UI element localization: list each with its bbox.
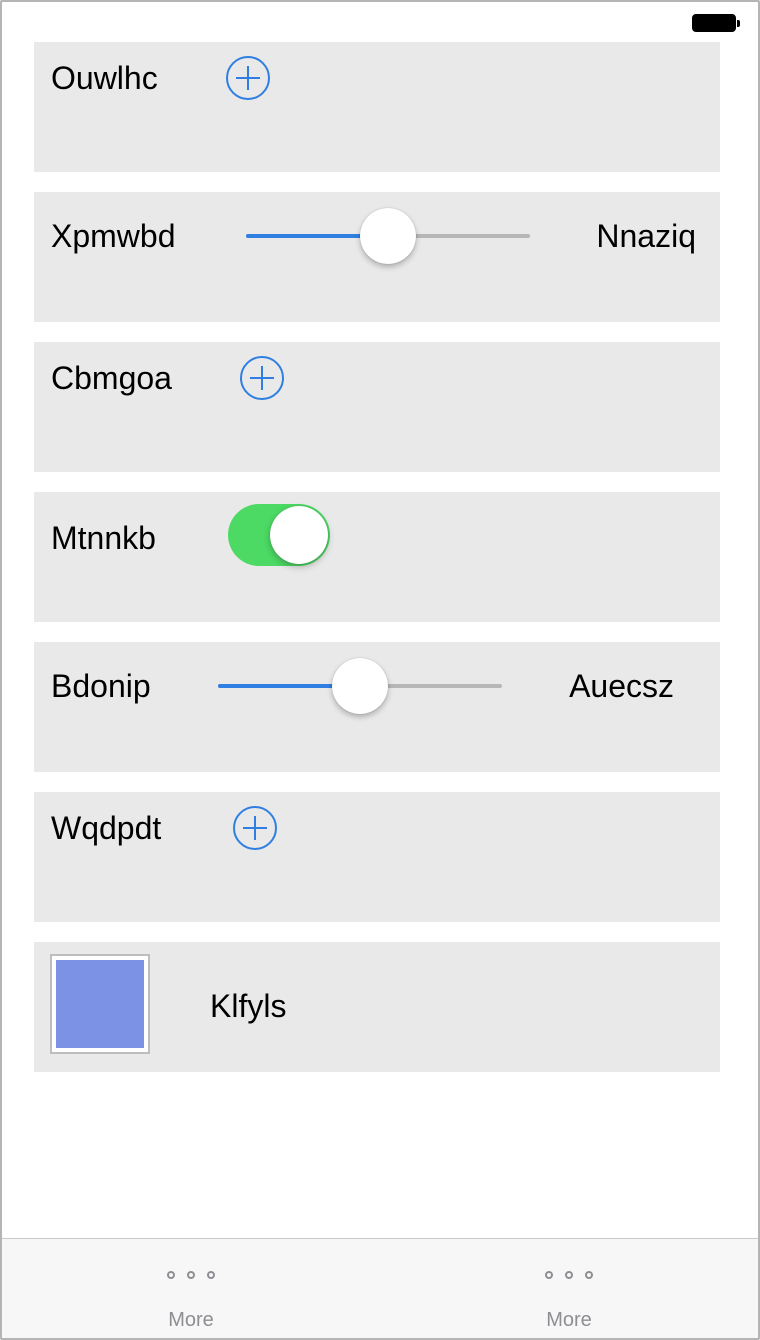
row-label: Wqdpdt: [51, 810, 162, 846]
row-color: Klfyls: [34, 942, 720, 1072]
tab-label: More: [168, 1309, 214, 1331]
slider-min-label: Bdonip: [51, 668, 151, 704]
more-icon: [545, 1269, 593, 1281]
row-label: Ouwlhc: [51, 60, 158, 96]
row-slider-2: Bdonip Auecsz: [34, 642, 720, 772]
color-label: Klfyls: [210, 988, 287, 1024]
battery-tip: [737, 20, 740, 27]
tab-label: More: [546, 1309, 592, 1331]
slider-max-label: Auecsz: [569, 668, 674, 704]
more-icon: [167, 1269, 215, 1281]
slider-min-label: Xpmwbd: [51, 218, 176, 254]
row-wqdpdt: Wqdpdt: [34, 792, 720, 922]
slider-track[interactable]: [246, 208, 530, 264]
toggle-label: Mtnnkb: [51, 520, 156, 556]
row-toggle: Mtnnkb: [34, 492, 720, 622]
plus-circle-icon[interactable]: [233, 806, 277, 850]
tab-more-1[interactable]: More: [2, 1239, 380, 1338]
row-slider-1: Xpmwbd Nnaziq: [34, 192, 720, 322]
tab-bar: More More: [2, 1238, 758, 1338]
plus-circle-icon[interactable]: [240, 356, 284, 400]
tab-more-2[interactable]: More: [380, 1239, 758, 1338]
toggle-knob: [270, 506, 328, 564]
app-window: Ouwlhc Xpmwbd Nnaziq Cbmgoa Mtnnkb Bdoni…: [0, 0, 760, 1340]
slider-max-label: Nnaziq: [596, 218, 696, 254]
slider-track[interactable]: [218, 658, 502, 714]
color-swatch-fill: [56, 960, 144, 1048]
plus-circle-icon[interactable]: [226, 56, 270, 100]
row-cbmgoa: Cbmgoa: [34, 342, 720, 472]
row-label: Cbmgoa: [51, 360, 172, 396]
toggle-switch[interactable]: [228, 504, 330, 566]
battery-icon: [692, 14, 736, 32]
slider-thumb[interactable]: [332, 658, 388, 714]
row-ouwlhc: Ouwlhc: [34, 42, 720, 172]
color-swatch[interactable]: [50, 954, 150, 1054]
slider-thumb[interactable]: [360, 208, 416, 264]
